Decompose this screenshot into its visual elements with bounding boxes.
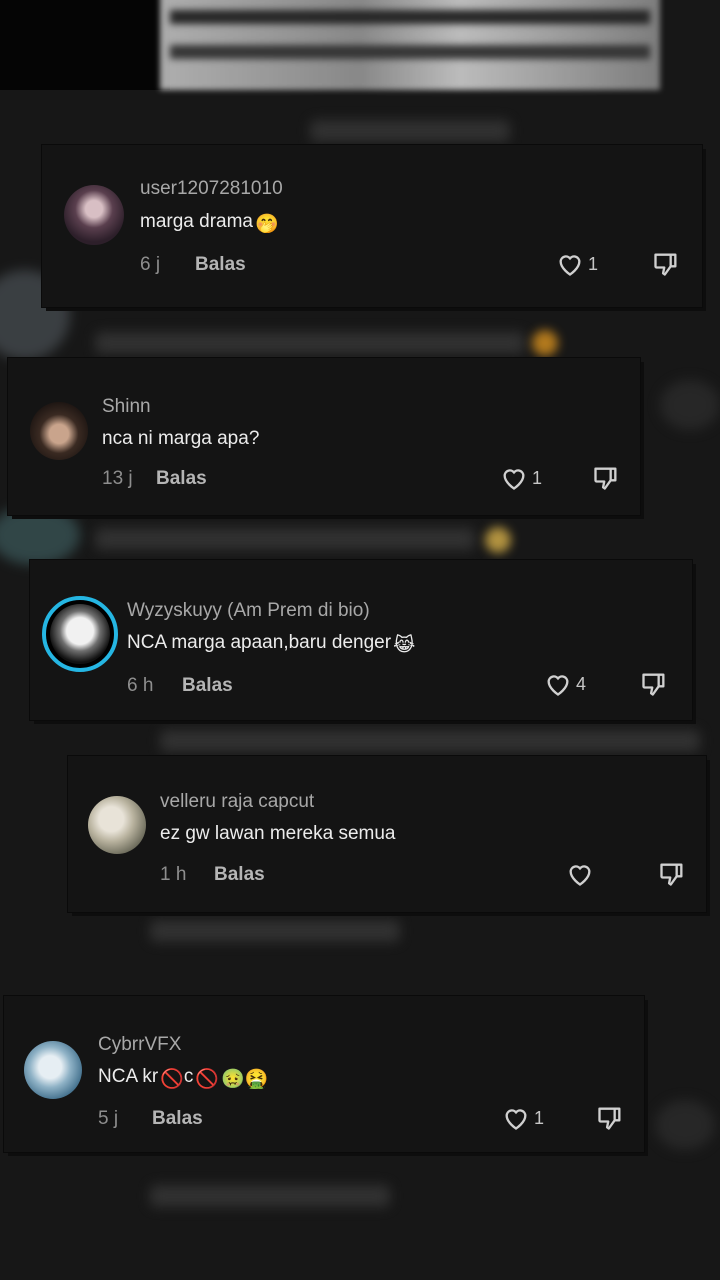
comment-timestamp: 5 j bbox=[98, 1108, 119, 1129]
comment-text: nca ni marga apa? bbox=[102, 428, 260, 449]
heart-icon bbox=[503, 469, 525, 490]
background-blurred-text bbox=[160, 730, 700, 752]
reply-button[interactable]: Balas bbox=[152, 1108, 203, 1130]
comment-username[interactable]: Wyzyskuyy (Am Prem di bio) bbox=[127, 600, 370, 622]
thumbs-down-icon bbox=[594, 467, 617, 490]
reply-button[interactable]: Balas bbox=[156, 468, 207, 490]
comment-card: Wyzyskuyy (Am Prem di bio) NCA marga apa… bbox=[30, 560, 692, 720]
heart-icon bbox=[547, 675, 569, 696]
heart-icon bbox=[559, 255, 581, 276]
reply-button[interactable]: Balas bbox=[182, 675, 233, 697]
like-button[interactable]: 1 bbox=[500, 465, 542, 491]
user-avatar[interactable] bbox=[64, 185, 124, 245]
user-avatar[interactable] bbox=[30, 402, 88, 460]
like-button[interactable]: 1 bbox=[502, 1105, 544, 1131]
thumbs-down-icon bbox=[642, 673, 665, 696]
dislike-button[interactable] bbox=[596, 1104, 624, 1132]
background-banner-image bbox=[160, 0, 660, 90]
user-avatar[interactable] bbox=[88, 796, 146, 854]
comment-card: user1207281010 marga drama 🤭 6 j Balas 1 bbox=[42, 145, 702, 307]
dislike-button[interactable] bbox=[592, 464, 620, 492]
dislike-button[interactable] bbox=[640, 670, 668, 698]
comment-username[interactable]: user1207281010 bbox=[140, 178, 283, 200]
comment-text: ez gw lawan mereka semua bbox=[160, 823, 396, 844]
avatar-image bbox=[50, 604, 110, 664]
reply-button[interactable]: Balas bbox=[195, 254, 246, 276]
comment-username[interactable]: CybrrVFX bbox=[98, 1034, 181, 1056]
comment-card: Shinn nca ni marga apa? 13 j Balas 1 bbox=[8, 358, 640, 515]
comment-username[interactable]: velleru raja capcut bbox=[160, 791, 314, 813]
comment-timestamp: 6 j bbox=[140, 254, 161, 275]
like-button[interactable] bbox=[566, 861, 598, 887]
reply-button[interactable]: Balas bbox=[214, 864, 265, 886]
background-blurred-text bbox=[95, 528, 475, 550]
comment-text: NCA kr 🚫c 🚫 🤢🤮 bbox=[98, 1066, 269, 1090]
comment-timestamp: 1 h bbox=[160, 864, 187, 885]
hand-over-mouth-emoji: 🤭 bbox=[255, 214, 279, 235]
comment-timestamp: 6 h bbox=[127, 675, 154, 696]
background-blurred-text bbox=[95, 332, 525, 354]
comment-card: velleru raja capcut ez gw lawan mereka s… bbox=[68, 756, 706, 912]
thumbs-down-icon bbox=[660, 863, 683, 886]
background-blurred-avatar bbox=[660, 380, 720, 430]
background-blurred-avatar bbox=[655, 1100, 715, 1150]
comment-username[interactable]: Shinn bbox=[102, 396, 151, 418]
comment-text: marga drama 🤭 bbox=[140, 211, 279, 235]
dislike-button[interactable] bbox=[658, 860, 686, 888]
heart-icon bbox=[569, 865, 591, 886]
like-count: 1 bbox=[532, 467, 543, 488]
background-blurred-emoji bbox=[532, 330, 558, 356]
background-blurred-text bbox=[310, 120, 510, 142]
comment-text: NCA marga apaan,baru denger 😹 bbox=[127, 632, 416, 656]
user-avatar[interactable] bbox=[24, 1041, 82, 1099]
background-dark-block bbox=[0, 0, 170, 90]
like-button[interactable]: 1 bbox=[556, 251, 598, 277]
crying-cat-emoji: 😹 bbox=[393, 635, 416, 656]
thumbs-down-icon bbox=[654, 253, 677, 276]
user-avatar[interactable] bbox=[42, 596, 118, 672]
like-button[interactable]: 4 bbox=[544, 671, 586, 697]
background-blurred-text bbox=[150, 920, 400, 942]
thumbs-down-icon bbox=[598, 1107, 621, 1130]
background-blurred-emoji bbox=[485, 527, 511, 553]
background-blurred-text bbox=[150, 1185, 390, 1207]
prohibited-emoji: 🚫 bbox=[160, 1069, 184, 1090]
like-count: 1 bbox=[534, 1107, 545, 1128]
like-count: 4 bbox=[576, 673, 587, 694]
like-count: 1 bbox=[588, 253, 599, 274]
heart-icon bbox=[505, 1109, 527, 1130]
comment-timestamp: 13 j bbox=[102, 468, 133, 489]
dislike-button[interactable] bbox=[652, 250, 680, 278]
prohibited-emoji: 🚫 bbox=[195, 1069, 220, 1090]
comment-card: CybrrVFX NCA kr 🚫c 🚫 🤢🤮 5 j Balas 1 bbox=[4, 996, 644, 1152]
nauseated-vomiting-emoji: 🤢🤮 bbox=[221, 1069, 269, 1090]
